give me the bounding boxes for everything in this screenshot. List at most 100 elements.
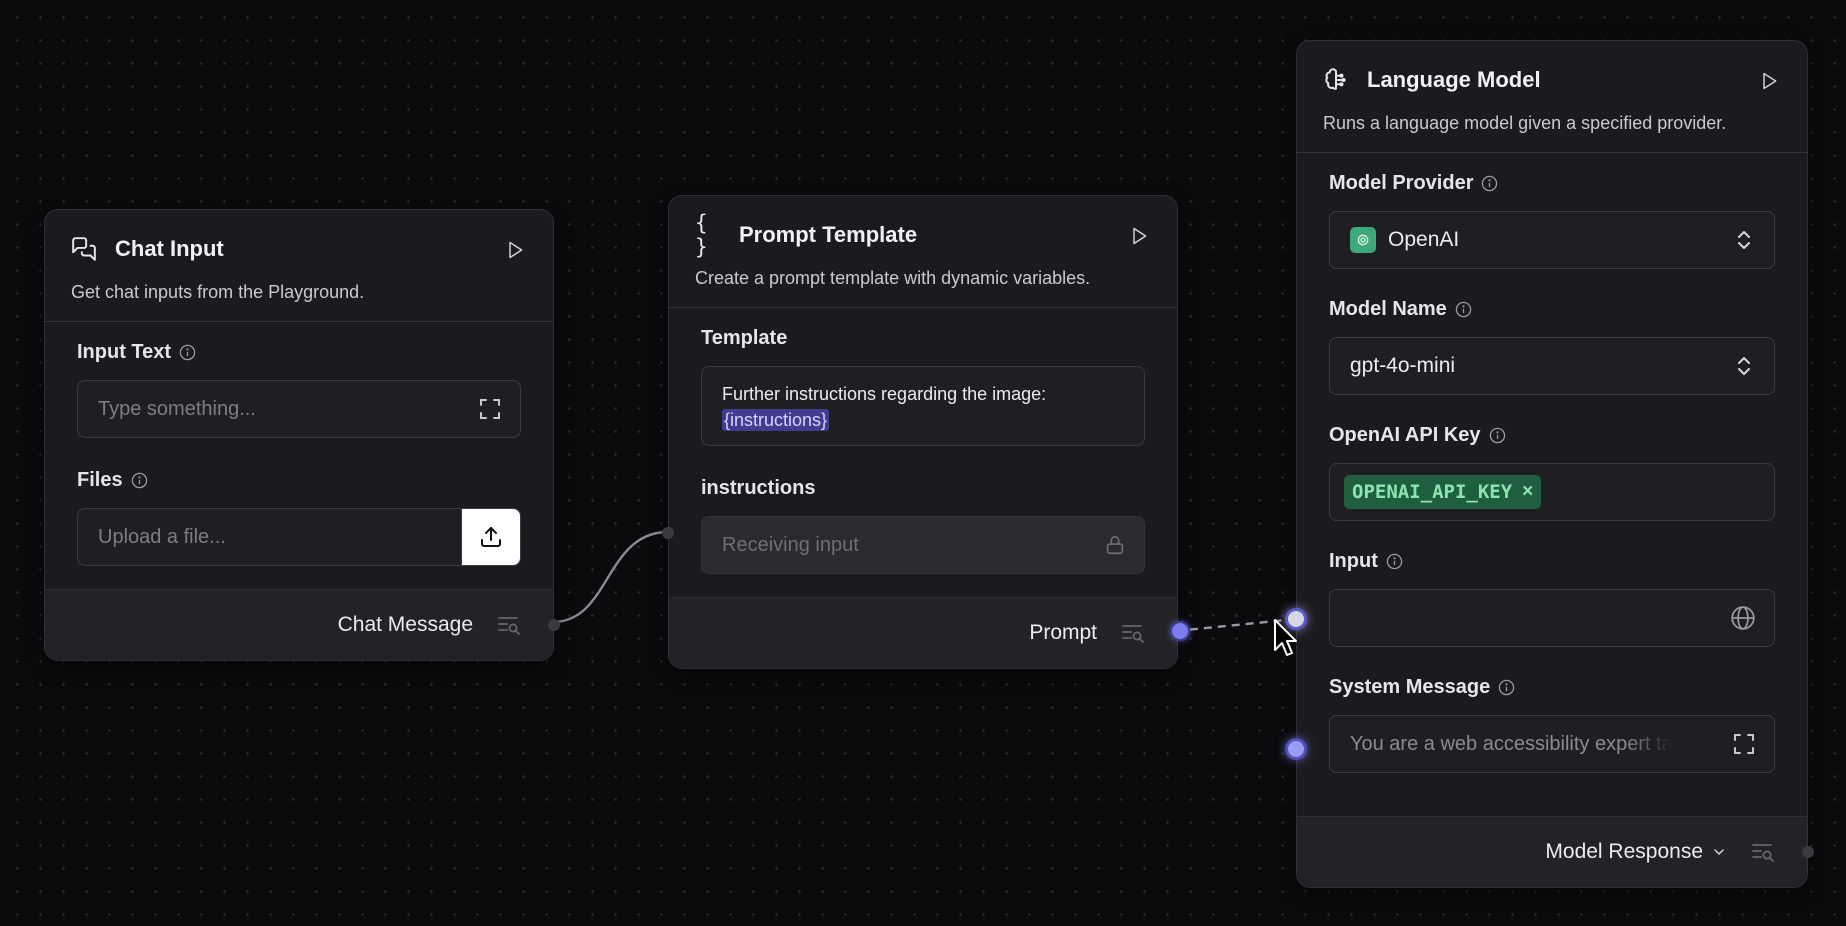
output-label: Model Response xyxy=(1545,840,1703,863)
run-button[interactable] xyxy=(1127,224,1151,248)
input-text-label: Input Text xyxy=(77,338,521,366)
node-title: Prompt Template xyxy=(739,222,918,247)
template-variable: {instructions} xyxy=(722,409,830,431)
prompt-template-node[interactable]: { } Prompt Template Create a prompt temp… xyxy=(662,195,1190,669)
node-body: Template Further instructions regarding … xyxy=(669,308,1177,574)
system-message-input-handle[interactable] xyxy=(1285,738,1307,760)
field-label-text: Template xyxy=(701,326,788,349)
output-handle[interactable] xyxy=(548,619,560,631)
info-icon[interactable] xyxy=(1386,553,1403,570)
info-icon[interactable] xyxy=(1481,175,1498,192)
info-icon[interactable] xyxy=(1455,301,1472,318)
instructions-field[interactable]: Receiving input xyxy=(701,516,1145,574)
info-icon[interactable] xyxy=(179,344,196,361)
node-description: Runs a language model given a specified … xyxy=(1323,113,1727,133)
field-label-text: Files xyxy=(77,468,123,491)
language-model-node[interactable]: Language Model Runs a language model giv… xyxy=(1285,40,1814,888)
field-label-text: OpenAI API Key xyxy=(1329,423,1481,446)
expand-icon[interactable] xyxy=(478,397,502,421)
input-text-field[interactable]: Type something... xyxy=(77,380,521,438)
field-label-text: Model Name xyxy=(1329,297,1447,320)
inspect-list-icon[interactable] xyxy=(1751,841,1777,863)
model-name-select[interactable]: gpt-4o-mini xyxy=(1329,337,1775,395)
model-provider-label: Model Provider xyxy=(1329,169,1775,197)
play-icon xyxy=(1763,72,1777,90)
upload-icon xyxy=(481,527,501,547)
model-provider-select[interactable]: OpenAI xyxy=(1329,211,1775,269)
field-label-text: Model Provider xyxy=(1329,171,1474,194)
messages-square-icon xyxy=(71,234,101,264)
play-icon xyxy=(509,241,523,259)
field-label-text: instructions xyxy=(701,476,816,499)
model-response-output-handle[interactable] xyxy=(1802,846,1814,858)
template-text: Further instructions regarding the image… xyxy=(722,384,1047,404)
node-output: Prompt xyxy=(669,597,1190,668)
inspect-list-icon[interactable] xyxy=(1121,622,1147,644)
chevrons-up-down-icon xyxy=(1734,354,1754,378)
info-icon[interactable] xyxy=(131,472,148,489)
input-label: Input xyxy=(1329,547,1775,575)
field-label-text: System Message xyxy=(1329,675,1491,698)
system-message-field[interactable]: You are a web accessibility expert ta xyxy=(1329,715,1775,773)
api-key-field[interactable]: OPENAI_API_KEY × xyxy=(1329,463,1775,521)
output-label: Chat Message xyxy=(337,613,473,636)
info-icon[interactable] xyxy=(1489,427,1506,444)
output-selector[interactable]: Model Response xyxy=(1545,840,1727,864)
node-description: Get chat inputs from the Playground. xyxy=(71,282,365,302)
node-description: Create a prompt template with dynamic va… xyxy=(695,268,1091,288)
system-message-label: System Message xyxy=(1329,673,1775,701)
files-field[interactable]: Upload a file... xyxy=(77,508,521,566)
lock-icon xyxy=(1104,534,1126,556)
run-button[interactable] xyxy=(503,238,527,262)
field-label-text: Input xyxy=(1329,549,1378,572)
select-value: OpenAI xyxy=(1388,228,1460,251)
template-label: Template xyxy=(701,324,1145,352)
info-icon[interactable] xyxy=(1498,679,1515,696)
field-label-text: Input Text xyxy=(77,340,172,363)
globe-icon[interactable] xyxy=(1730,605,1756,631)
play-icon xyxy=(1133,227,1147,245)
instructions-input-handle[interactable] xyxy=(662,527,674,539)
template-field[interactable]: Further instructions regarding the image… xyxy=(701,366,1145,446)
chat-input-node[interactable]: Chat Input Get chat inputs from the Play… xyxy=(44,209,560,661)
select-value: gpt-4o-mini xyxy=(1350,354,1456,377)
node-title: Language Model xyxy=(1367,67,1541,92)
node-output: Chat Message xyxy=(45,589,560,660)
edge-chat-to-prompt[interactable] xyxy=(552,530,669,624)
system-message-value: You are a web accessibility expert ta xyxy=(1350,732,1673,755)
template-content: Further instructions regarding the image… xyxy=(722,381,1046,433)
files-placeholder: Upload a file... xyxy=(98,525,226,548)
mouse-cursor-icon xyxy=(1274,619,1297,656)
node-header: Language Model Runs a language model giv… xyxy=(1297,41,1807,152)
remove-api-key-button[interactable]: × xyxy=(1522,481,1533,503)
chevron-down-icon xyxy=(1714,849,1724,855)
node-header: { } Prompt Template Create a prompt temp… xyxy=(669,196,1177,307)
brain-circuit-icon xyxy=(1323,65,1353,95)
chevrons-up-down-icon xyxy=(1734,228,1754,252)
files-label: Files xyxy=(77,466,521,494)
output-label: Prompt xyxy=(1029,621,1097,644)
api-key-badge[interactable]: OPENAI_API_KEY × xyxy=(1344,475,1542,509)
prompt-output-handle[interactable] xyxy=(1170,621,1190,641)
model-name-label: Model Name xyxy=(1329,295,1775,323)
braces-icon: { } xyxy=(695,211,708,259)
openai-logo-icon xyxy=(1350,227,1376,253)
api-key-value: OPENAI_API_KEY xyxy=(1352,481,1513,503)
node-output: Model Response xyxy=(1297,816,1814,887)
upload-button[interactable] xyxy=(461,509,520,565)
run-button[interactable] xyxy=(1757,69,1781,93)
variable-placeholder: Receiving input xyxy=(722,533,859,556)
node-body: Input Text Type something... Files Uploa… xyxy=(45,322,553,566)
input-field[interactable] xyxy=(1329,589,1775,647)
api-key-label: OpenAI API Key xyxy=(1329,421,1775,449)
input-text-placeholder: Type something... xyxy=(98,397,256,420)
expand-icon[interactable] xyxy=(1732,732,1756,756)
inspect-list-icon[interactable] xyxy=(497,614,523,636)
variable-label: instructions xyxy=(701,474,1145,502)
